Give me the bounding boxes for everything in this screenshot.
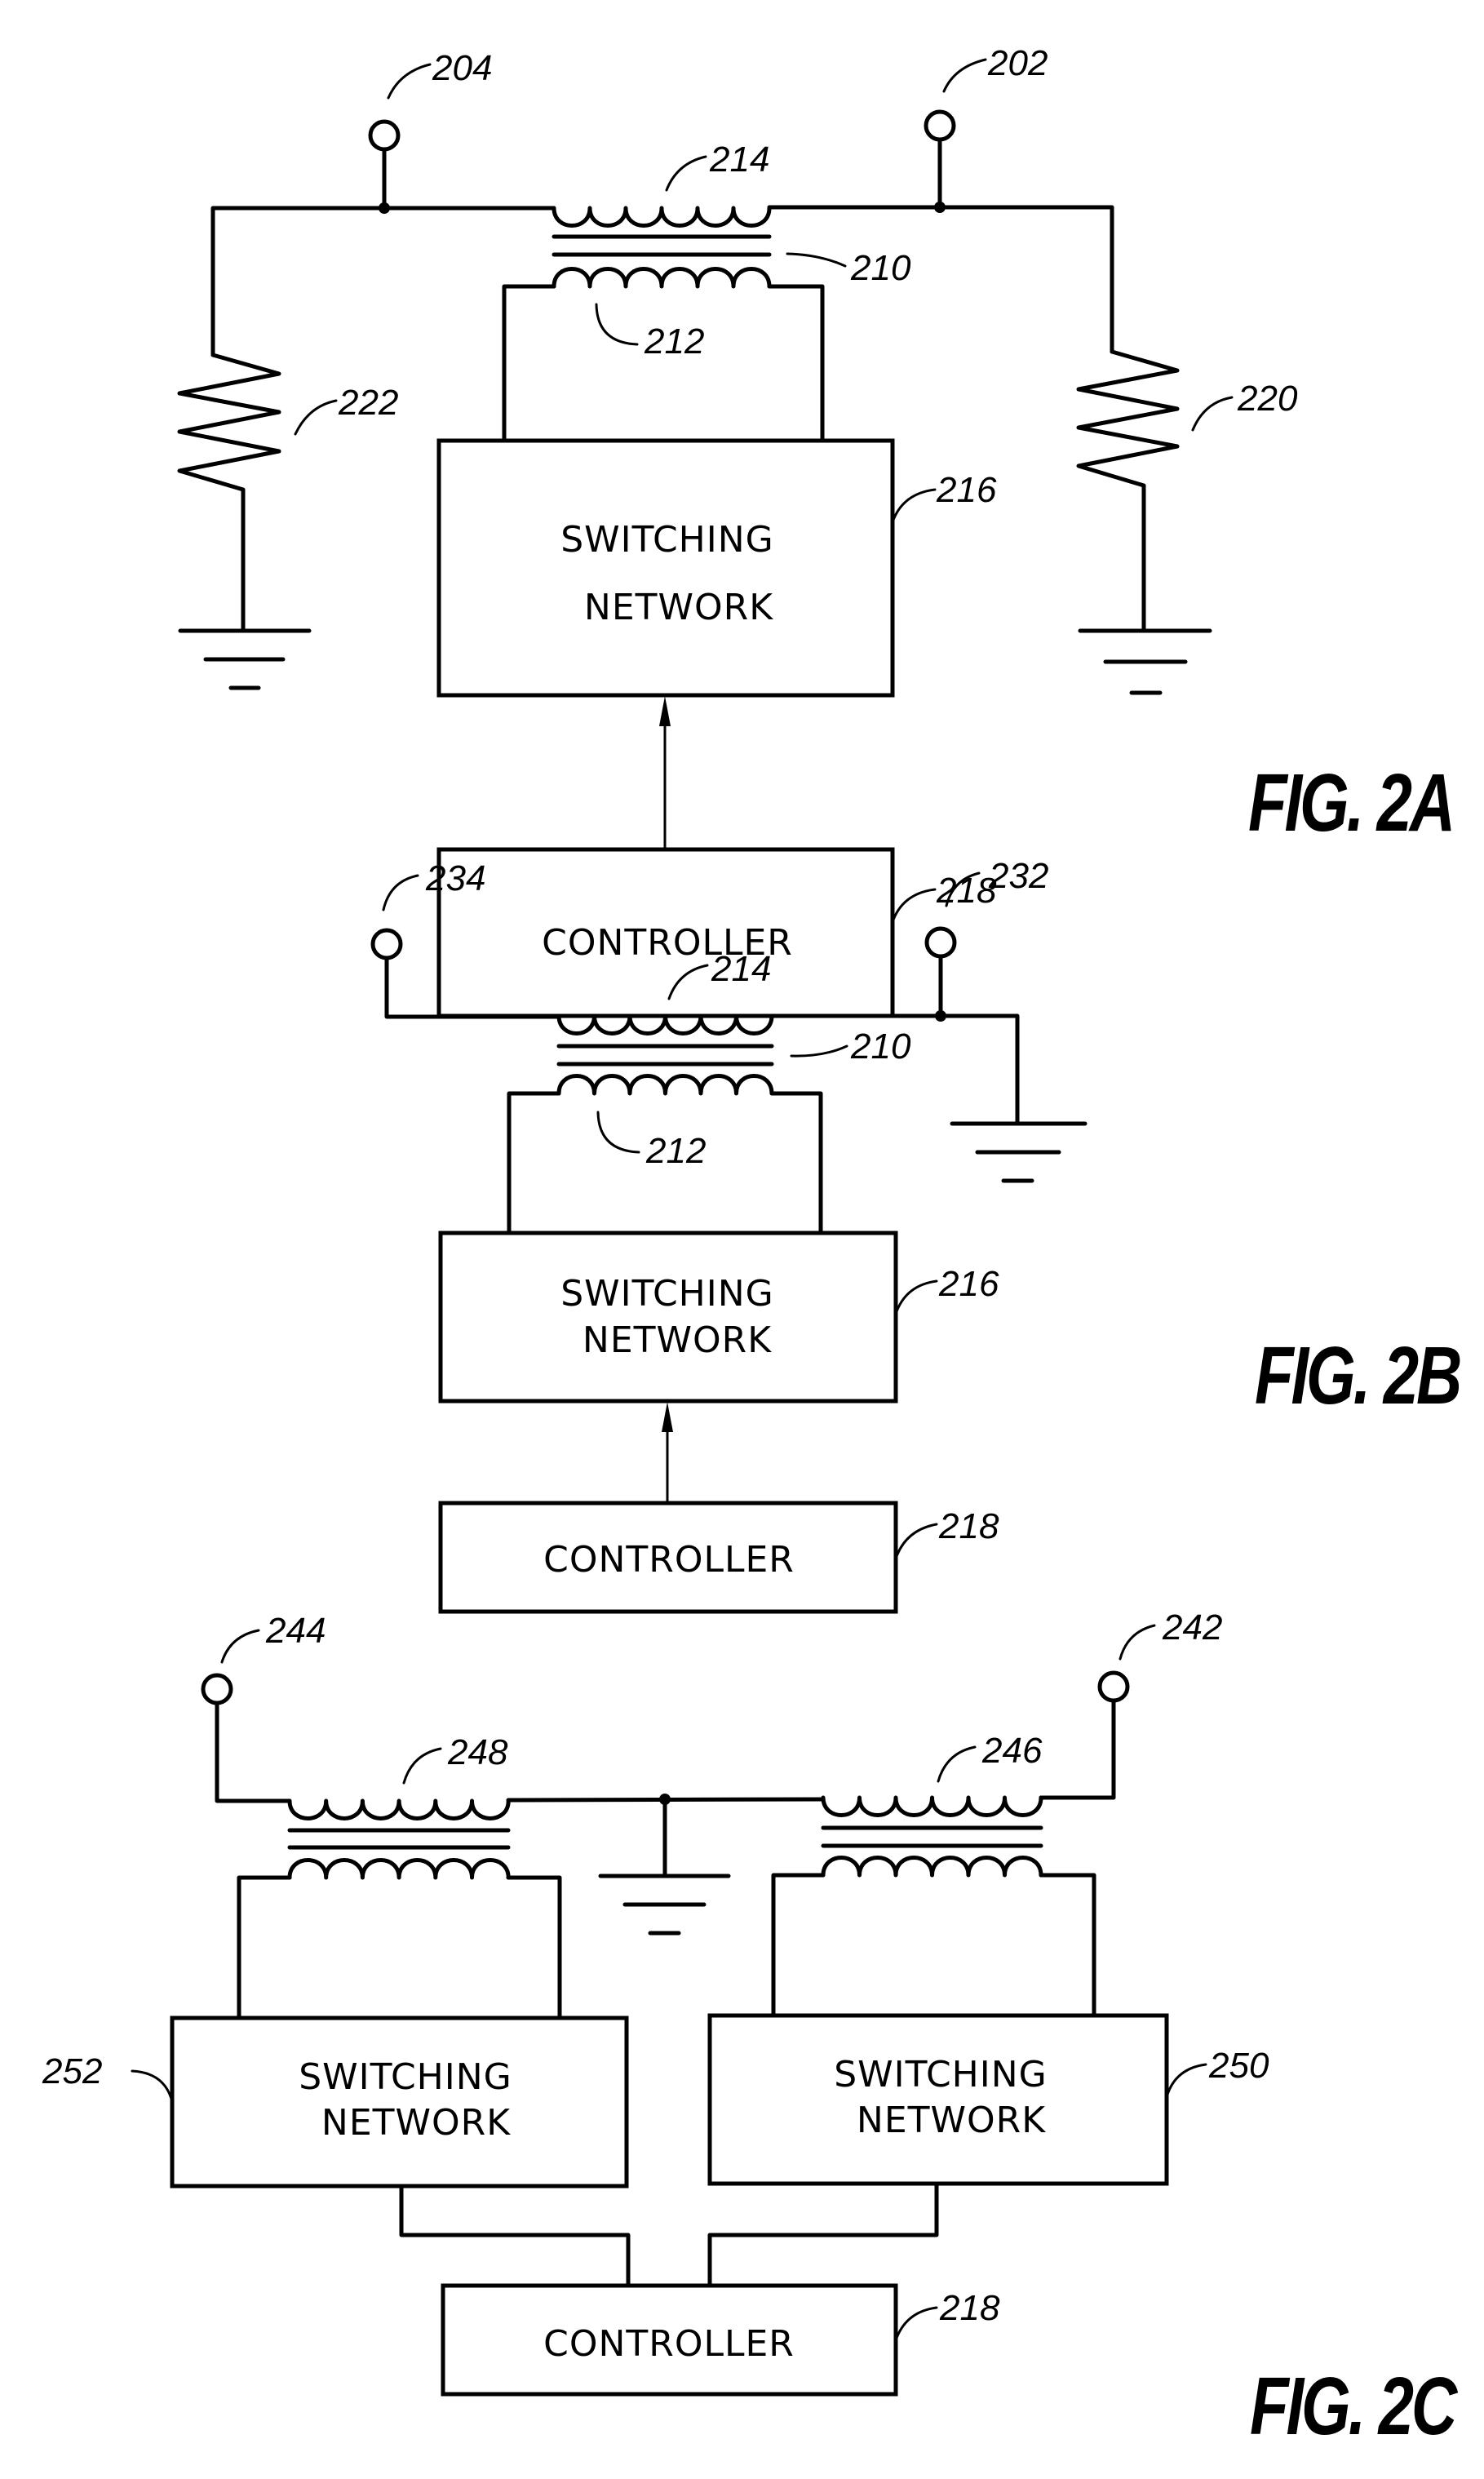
leader-line	[294, 399, 338, 436]
ref-label: 222	[338, 383, 398, 423]
wire-secondary-right	[767, 284, 825, 443]
terminal-202	[924, 109, 956, 142]
ref-label: 218	[939, 2288, 1000, 2328]
ref-label: 210	[850, 1027, 911, 1067]
ref-label: 242	[1162, 1608, 1222, 1647]
ref-label: 232	[988, 856, 1048, 896]
ref-label: 244	[265, 1611, 326, 1651]
control-link-left	[399, 2184, 631, 2288]
ref-label: 212	[644, 322, 704, 361]
wire-top-left	[215, 1701, 292, 1803]
leader-line	[595, 303, 639, 346]
primary-winding-214	[556, 1013, 774, 1036]
switching-network-label-line2: NETWORK	[583, 1319, 772, 1361]
secondary-winding-left	[287, 1858, 511, 1880]
leader-line	[1119, 1624, 1156, 1661]
leader-line	[131, 2069, 173, 2100]
ref-label: 252	[42, 2051, 102, 2091]
ref-label: 248	[447, 1732, 508, 1772]
winding-248	[287, 1798, 511, 1820]
leader-line	[894, 1279, 938, 1315]
junction-dot	[935, 1010, 946, 1022]
winding-246	[821, 1795, 1043, 1817]
switching-network-label-line1: SWITCHING	[834, 2054, 1048, 2095]
ref-label: 216	[938, 1264, 999, 1304]
control-link-right	[707, 2181, 939, 2288]
ground-symbol	[598, 1874, 731, 1936]
arrow-head-icon	[659, 696, 671, 726]
ref-label: 214	[711, 949, 771, 989]
switching-network-label-line2: NETWORK	[321, 2102, 511, 2144]
ground-symbol	[1078, 628, 1212, 695]
wire-secondary-left	[507, 1091, 561, 1235]
ground-symbol	[178, 628, 312, 690]
leader-line	[942, 58, 987, 93]
ref-label: 204	[432, 48, 492, 88]
wire-secondary-left	[237, 1875, 292, 2020]
ref-label: 246	[981, 1731, 1043, 1771]
ref-label: 210	[850, 248, 911, 288]
terminal-204	[368, 119, 401, 152]
switching-network-block	[438, 1231, 898, 1404]
leader-line	[786, 252, 847, 268]
leader-line	[891, 888, 937, 924]
secondary-winding-212	[556, 1074, 774, 1096]
figure-2a: SWITCHING NETWORK CONTROLLER 204 202 214…	[177, 43, 1455, 1018]
leader-line	[665, 155, 707, 192]
leader-line	[1191, 396, 1234, 432]
leader-line	[382, 874, 419, 911]
resistor-220	[1076, 349, 1180, 633]
ref-label: 214	[709, 140, 769, 180]
terminal-244	[201, 1673, 233, 1705]
ref-label: 218	[938, 1506, 999, 1546]
patent-drawing-sheet: SWITCHING NETWORK CONTROLLER 204 202 214…	[42, 43, 1463, 2453]
figure-caption: FIG. 2A	[1248, 758, 1453, 849]
ref-label: 202	[987, 43, 1048, 83]
switching-network-block	[436, 438, 895, 698]
leader-line	[387, 63, 432, 100]
controller-label: CONTROLLER	[543, 1539, 795, 1581]
secondary-winding-right	[821, 1856, 1043, 1878]
figure-2c: SWITCHING NETWORK SWITCHING NETWORK CONT…	[42, 1608, 1460, 2453]
leader-line	[402, 1747, 442, 1785]
secondary-winding-212	[552, 267, 772, 289]
ref-label: 250	[1208, 2046, 1269, 2086]
arrow-head-icon	[662, 1402, 673, 1432]
leader-line	[1165, 2063, 1207, 2099]
switching-network-label-line1: SWITCHING	[560, 1273, 774, 1315]
resistor-222	[177, 353, 281, 633]
controller-label: CONTROLLER	[543, 2323, 795, 2365]
ref-label: 212	[645, 1131, 706, 1171]
leader-line	[891, 488, 937, 524]
leader-line	[790, 1044, 848, 1058]
wire-secondary-left	[771, 1873, 826, 2018]
ref-label: 234	[425, 858, 485, 898]
wire-secondary-right	[769, 1091, 823, 1235]
ground-symbol	[950, 1121, 1088, 1183]
switching-network-label-line1: SWITCHING	[299, 2056, 512, 2098]
figure-caption: FIG. 2C	[1250, 2361, 1458, 2453]
primary-winding-214	[552, 206, 772, 228]
leader-line	[596, 1111, 640, 1154]
leader-line	[894, 2306, 938, 2342]
ref-label: 216	[936, 470, 997, 510]
terminal-242	[1097, 1670, 1130, 1703]
terminal-232	[924, 926, 957, 959]
switching-network-label-line1: SWITCHING	[560, 519, 774, 561]
terminal-234	[370, 928, 403, 960]
wire-top-right	[1039, 1698, 1116, 1800]
leader-line	[220, 1629, 260, 1664]
junction-dot	[379, 202, 390, 214]
figure-caption: FIG. 2B	[1255, 1331, 1460, 1422]
wire-secondary-right	[506, 1875, 562, 2020]
ref-label: 220	[1237, 379, 1298, 419]
wire-secondary-right	[1039, 1873, 1096, 2018]
junction-dot	[934, 202, 946, 213]
wire-secondary-left	[502, 284, 556, 443]
leader-line	[937, 1745, 977, 1783]
switching-network-label-line2: NETWORK	[857, 2100, 1046, 2141]
switching-network-label-line2: NETWORK	[584, 587, 773, 628]
leader-line	[894, 1523, 938, 1560]
